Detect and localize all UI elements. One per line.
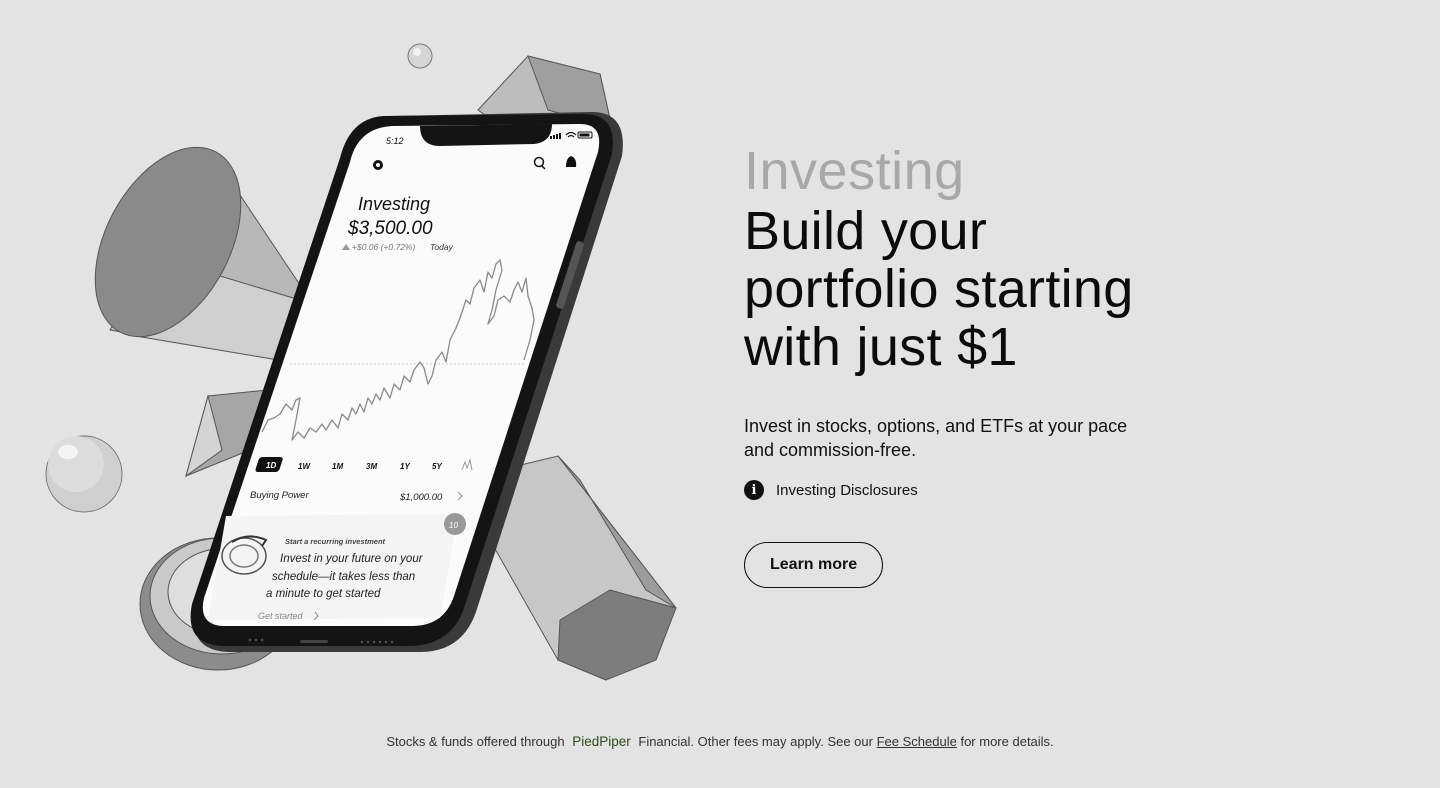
sphere-shape: [45, 435, 123, 513]
range-1d[interactable]: 1D: [266, 461, 276, 470]
learn-more-button[interactable]: Learn more: [744, 542, 884, 588]
page: 5:12 Investing $3,500.00 +$0.06 (+0.72%)…: [0, 0, 1440, 788]
card-cta[interactable]: Get started: [258, 611, 304, 621]
footer-middle: Financial. Other fees may apply. See our: [638, 734, 873, 749]
buying-power-label: Buying Power: [250, 490, 309, 501]
phone-change-period: Today: [430, 242, 454, 252]
card-line-3: a minute to get started: [266, 588, 381, 600]
section-eyebrow: Investing: [744, 141, 965, 201]
investing-disclosures-link[interactable]: i Investing Disclosures: [744, 480, 918, 500]
gear-icon: [373, 160, 383, 170]
phone-title: Investing: [358, 194, 430, 214]
footer-suffix: for more details.: [960, 734, 1054, 749]
footer-prefix: Stocks & funds offered through: [386, 734, 565, 749]
phone-balance: $3,500.00: [347, 218, 433, 239]
brand-name: PiedPiper: [572, 734, 631, 749]
hex-prism-shape: [489, 455, 677, 681]
range-3m[interactable]: 3M: [366, 462, 377, 471]
small-sphere: [407, 43, 433, 69]
headline: Build your portfolio starting with just …: [744, 202, 1204, 376]
info-icon: i: [744, 480, 764, 500]
range-1y[interactable]: 1Y: [400, 462, 410, 471]
range-1m[interactable]: 1M: [332, 462, 343, 471]
fee-schedule-link[interactable]: Fee Schedule: [877, 734, 957, 749]
hero-illustration: 5:12 Investing $3,500.00 +$0.06 (+0.72%)…: [45, 43, 677, 681]
range-5y[interactable]: 5Y: [432, 462, 442, 471]
buying-power-value: $1,000.00: [399, 492, 443, 503]
range-1w[interactable]: 1W: [298, 462, 311, 471]
card-line-1: Invest in your future on your: [280, 553, 424, 565]
card-eyebrow: Start a recurring investment: [285, 537, 386, 546]
phone-status-time: 5:12: [386, 136, 404, 146]
card-line-2: schedule—it takes less than: [272, 571, 415, 583]
cone-shape: [94, 146, 311, 363]
headline-line-1: Build your: [744, 201, 988, 261]
headline-line-3: with just $1: [744, 317, 1018, 377]
footer-disclaimer: Stocks & funds offered through PiedPiper…: [0, 734, 1440, 749]
card-badge-count: 10: [449, 521, 458, 530]
hero-copy: Investing Build your portfolio starting …: [744, 140, 1204, 588]
headline-line-2: portfolio starting: [744, 259, 1134, 319]
phone-change: +$0.06 (+0.72%): [352, 242, 415, 252]
hero-subtext: Invest in stocks, options, and ETFs at y…: [744, 416, 1128, 460]
investing-disclosures-label: Investing Disclosures: [776, 481, 918, 499]
